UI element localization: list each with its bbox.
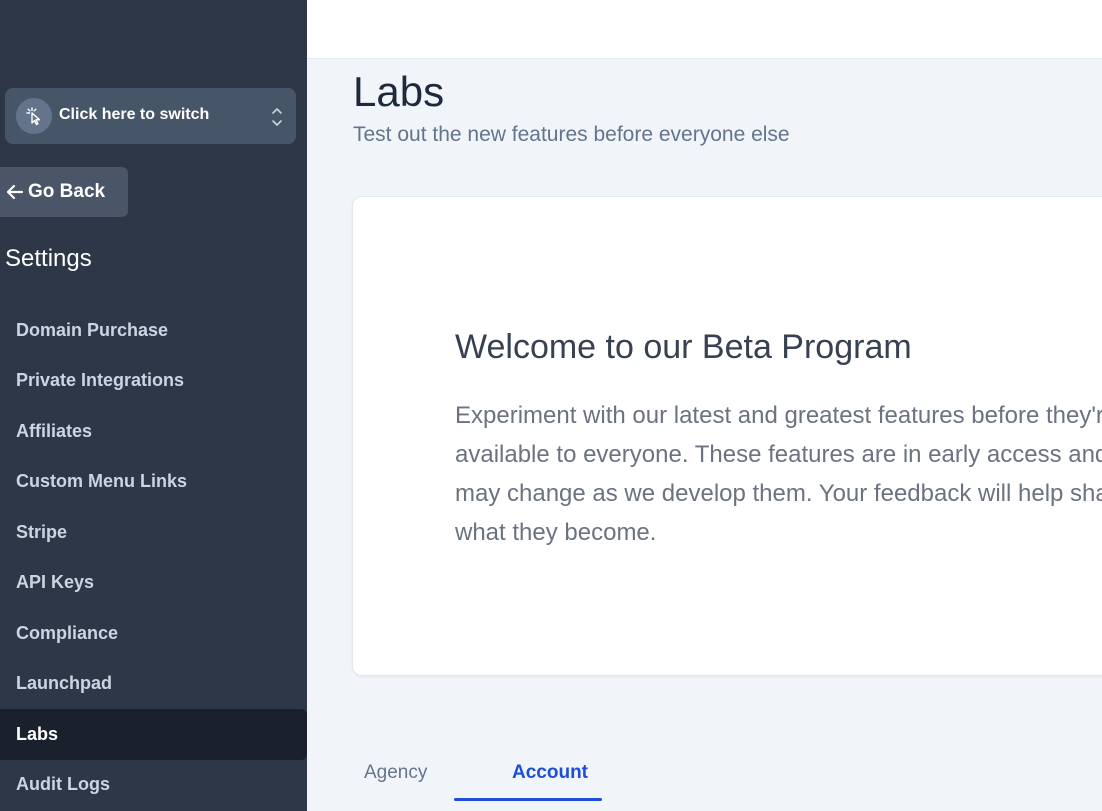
- sidebar-item-labs[interactable]: Labs: [0, 709, 307, 760]
- active-tab-indicator: [454, 798, 602, 801]
- settings-section-title: Settings: [5, 245, 92, 272]
- account-switcher-button[interactable]: Click here to switch: [5, 88, 296, 144]
- card-description: Experiment with our latest and greatest …: [455, 402, 1102, 546]
- arrow-left-icon: [4, 182, 26, 202]
- beta-program-card: Welcome to our Beta Program Experiment w…: [352, 196, 1102, 676]
- page-subtitle: Test out the new features before everyon…: [353, 123, 790, 146]
- switcher-label: Click here to switch: [59, 106, 210, 123]
- sidebar-item-compliance[interactable]: Compliance: [0, 608, 307, 659]
- sidebar-item-private-integrations[interactable]: Private Integrations: [0, 356, 307, 407]
- tab-account[interactable]: Account: [512, 760, 588, 786]
- go-back-button[interactable]: Go Back: [0, 167, 128, 217]
- sidebar-item-stripe[interactable]: Stripe: [0, 507, 307, 558]
- tab-agency[interactable]: Agency: [364, 760, 427, 786]
- sidebar-item-audit-logs[interactable]: Audit Logs: [0, 760, 307, 811]
- cursor-click-icon: [16, 98, 52, 134]
- page-title: Labs: [353, 68, 445, 115]
- scope-tabs: Agency Account: [307, 740, 1102, 811]
- sidebar: Click here to switch Go Back Settings Do…: [0, 0, 307, 811]
- sidebar-item-launchpad[interactable]: Launchpad: [0, 659, 307, 710]
- chevron-up-down-icon: [270, 104, 284, 130]
- top-header: [307, 0, 1102, 59]
- sidebar-item-domain-purchase[interactable]: Domain Purchase: [0, 305, 307, 356]
- sidebar-item-affiliates[interactable]: Affiliates: [0, 406, 307, 457]
- go-back-label: Go Back: [28, 181, 106, 202]
- settings-nav: Domain Purchase Private Integrations Aff…: [0, 305, 307, 810]
- sidebar-item-custom-menu-links[interactable]: Custom Menu Links: [0, 457, 307, 508]
- card-title: Welcome to our Beta Program: [455, 328, 912, 366]
- sidebar-item-api-keys[interactable]: API Keys: [0, 558, 307, 609]
